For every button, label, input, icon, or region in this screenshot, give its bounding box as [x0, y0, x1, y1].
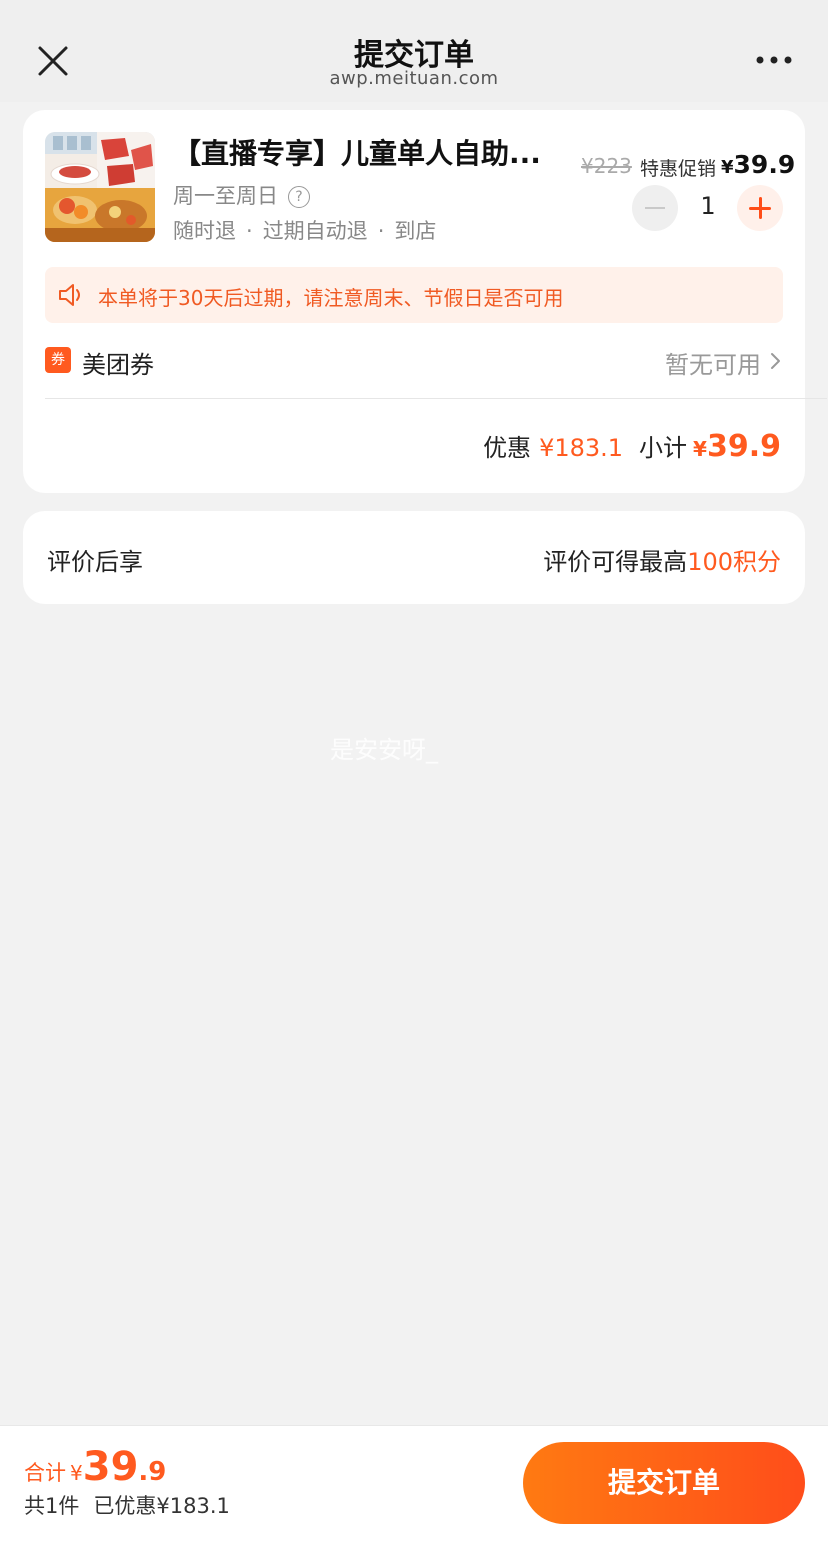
discount-label: 优惠 [483, 434, 532, 462]
valid-days-text: 周一至周日 [173, 184, 278, 208]
checkout-bar: 合计 ¥39.9 共1件 已优惠¥183.1 提交订单 [0, 1425, 828, 1558]
product-tags: 随时退 · 过期自动退 · 到店 [173, 215, 436, 245]
review-reward-info: 评价可得最高100积分 [543, 542, 781, 577]
product-thumbnail[interactable] [45, 132, 155, 242]
submit-order-button[interactable]: 提交订单 [523, 1442, 805, 1524]
review-reward-label: 评价后享 [47, 548, 143, 576]
order-item-card: 【直播专享】儿童单人自助... 周一至周日? 随时退 · 过期自动退 · 到店 ¥223… [23, 110, 827, 493]
discount-value: ¥183.1 [539, 434, 624, 462]
divider [45, 398, 827, 399]
total-label: 合计 [24, 1461, 66, 1485]
promo-label: 特惠促销 [640, 158, 717, 180]
meituan-coupon-row[interactable]: 券 美团券 暂无可用 [45, 335, 783, 387]
coupon-status: 暂无可用 [665, 351, 761, 379]
coupon-label: 美团券 [82, 351, 154, 379]
current-price-value: 39.9 [733, 150, 796, 179]
subtotal-value: ¥39.9 [693, 429, 781, 464]
total-price: 合计 ¥39.9 [24, 1444, 166, 1490]
saved-amount: 已优惠¥183.1 [93, 1494, 230, 1518]
current-price: ¥39.9 [721, 150, 795, 179]
product-title[interactable]: 【直播专享】儿童单人自助... [173, 132, 573, 172]
product-valid-days: 周一至周日? [173, 180, 310, 210]
item-count: 共1件 [24, 1494, 80, 1518]
original-price: ¥223 [581, 154, 632, 178]
total-decimal: .9 [138, 1457, 167, 1487]
currency-symbol: ¥ [693, 437, 707, 461]
tag-in-store: 到店 [394, 219, 437, 243]
tag-anytime-refund: 随时退 [173, 219, 236, 243]
tag-separator: · [377, 219, 385, 243]
currency-symbol: ¥ [721, 157, 734, 178]
review-reward-points: 100积分 [687, 548, 781, 576]
increase-quantity-button[interactable] [737, 185, 783, 231]
chevron-right-icon [771, 353, 780, 369]
expiry-notice: 本单将于30天后过期，请注意周末、节假日是否可用 [45, 267, 783, 323]
expiry-notice-text: 本单将于30天后过期，请注意周末、节假日是否可用 [98, 286, 564, 310]
decrease-quantity-button[interactable] [632, 185, 678, 231]
watermark-text: 是安安呀_ [330, 736, 438, 764]
tag-separator: · [246, 219, 253, 243]
speaker-icon [59, 284, 80, 306]
review-reward-card: 评价后享 评价可得最高100积分 [23, 511, 805, 604]
coupon-icon: 券 [45, 347, 71, 373]
page-url: awp.meituan.com [329, 68, 499, 89]
order-count-line: 共1件 已优惠¥183.1 [24, 1490, 230, 1520]
top-navigation-bar: 提交订单 awp.meituan.com [0, 0, 828, 102]
tag-auto-refund: 过期自动退 [262, 219, 368, 243]
subtotal-label: 小计 [639, 434, 688, 462]
help-icon[interactable]: ? [288, 186, 310, 208]
more-options-icon[interactable] [754, 50, 794, 70]
quantity-value: 1 [700, 192, 716, 220]
review-reward-prefix: 评价可得最高 [543, 548, 688, 576]
total-integer: 39 [82, 1444, 139, 1490]
order-subtotal: 优惠 ¥183.1 小计 ¥39.9 [483, 428, 781, 464]
subtotal-amount: 39.9 [706, 429, 781, 464]
currency-symbol: ¥ [70, 1461, 83, 1485]
